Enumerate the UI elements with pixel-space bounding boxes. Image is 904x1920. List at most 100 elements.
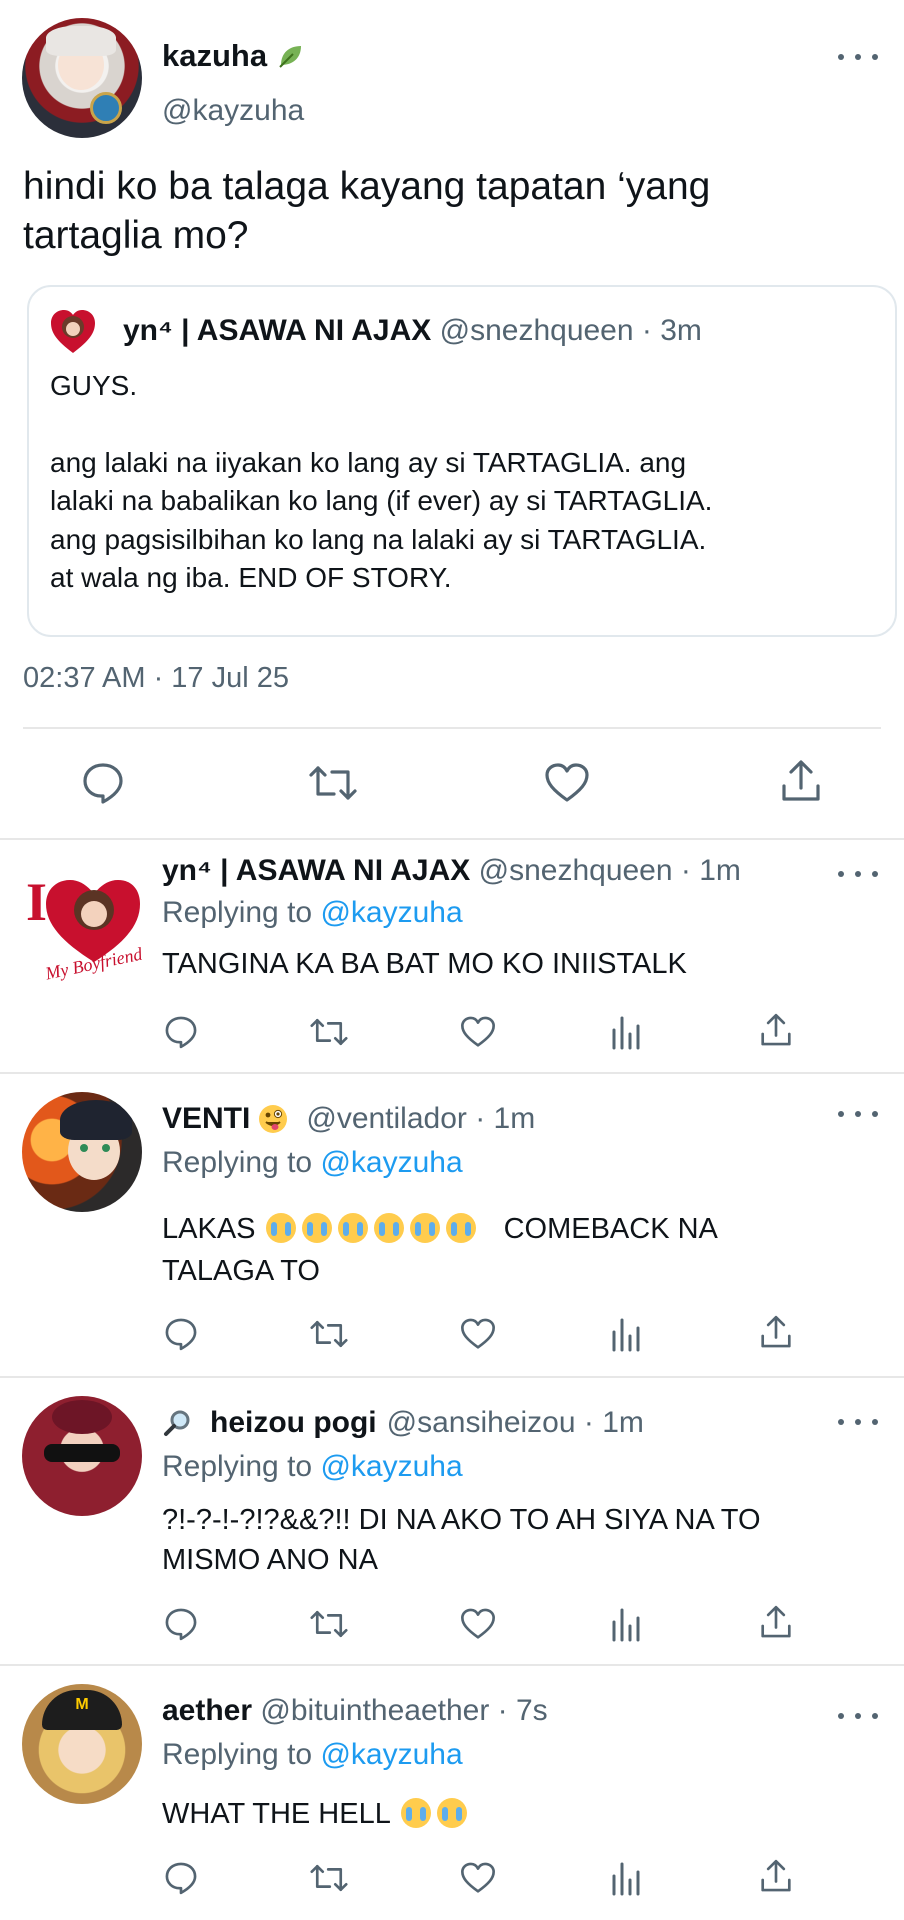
author-name-row: kazuha (162, 36, 305, 76)
reply-tweet[interactable]: VENTI @ventilador · 1m Replying to @kayz… (0, 1074, 904, 1376)
reply-text: LAKAS COMEBACK NA TALAGA TO (162, 1208, 718, 1292)
reply-header: aether @bituintheaether · 7s (162, 1694, 548, 1728)
svg-text:I: I (26, 872, 47, 932)
retweet-icon[interactable] (308, 760, 358, 806)
reply-icon[interactable] (163, 1606, 199, 1642)
tweet-timestamp[interactable]: 02:37 AM · 17 Jul 25 (23, 662, 289, 695)
reply-tweet[interactable]: M aether @bituintheaether · 7s Replying … (0, 1666, 904, 1920)
loudly-crying-face-icon (301, 1213, 332, 1243)
replying-to: Replying to @kayzuha (162, 1146, 463, 1180)
ventilador-avatar[interactable] (22, 1092, 142, 1212)
quoted-author-name: yn⁴ | ASAWA NI AJAX (123, 314, 432, 347)
reply-text: TANGINA KA BA BAT MO KO INIISTALK (162, 948, 687, 980)
share-icon[interactable] (758, 1314, 794, 1350)
heart-icon[interactable] (459, 1316, 497, 1352)
reply-tweet[interactable]: heizou pogi @sansiheizou · 1m Replying t… (0, 1378, 904, 1664)
quoted-handle-time: @snezhqueen · 3m (439, 314, 702, 347)
heart-icon[interactable] (543, 760, 591, 806)
retweet-icon[interactable] (309, 1606, 349, 1642)
zany-face-icon (258, 1104, 288, 1134)
reply-text-line: TALAGA TO (162, 1255, 320, 1287)
quoted-text: GUYS. ang lalaki na iiyakan ko lang ay s… (50, 367, 712, 598)
quoted-avatar (47, 307, 99, 359)
more-icon[interactable] (838, 1706, 878, 1726)
reply-text-part: LAKAS (162, 1213, 256, 1245)
retweet-icon[interactable] (309, 1316, 349, 1352)
replying-to: Replying to @kayzuha (162, 896, 463, 930)
reply-header: heizou pogi @sansiheizou · 1m (162, 1406, 644, 1440)
replying-handle-link[interactable]: @kayzuha (320, 1738, 462, 1771)
author-name[interactable]: kazuha (162, 38, 267, 74)
quoted-line: ang lalaki na iiyakan ko lang ay si TART… (50, 446, 687, 478)
more-icon[interactable] (838, 1104, 878, 1124)
reply-icon[interactable] (163, 1316, 199, 1352)
leaf-icon (275, 41, 305, 71)
more-icon[interactable] (838, 864, 878, 884)
reply-handle-time[interactable]: @bituintheaether · 7s (260, 1694, 547, 1727)
reply-text-line: MISMO ANO NA (162, 1544, 378, 1576)
author-handle[interactable]: @kayzuha (162, 94, 304, 128)
share-icon[interactable] (778, 758, 824, 804)
timestamp-divider (23, 727, 881, 729)
reply-icon[interactable] (163, 1860, 199, 1896)
reply-header: VENTI @ventilador · 1m (162, 1102, 535, 1136)
replying-to: Replying to @kayzuha (162, 1738, 463, 1772)
reply-icon[interactable] (80, 760, 126, 806)
quoted-tweet[interactable]: yn⁴ | ASAWA NI AJAX @snezhqueen · 3m GUY… (27, 285, 897, 637)
replying-prefix: Replying to (162, 1738, 313, 1771)
share-icon[interactable] (758, 1604, 794, 1640)
quoted-line: at wala ng iba. END OF STORY. (50, 562, 452, 593)
tweet-text: hindi ko ba talaga kayang tapatan ‘yang … (23, 162, 710, 260)
more-icon[interactable] (838, 47, 878, 67)
loudly-crying-face-icon (373, 1213, 404, 1243)
replying-handle-link[interactable]: @kayzuha (320, 896, 462, 929)
tweet-text-line: tartaglia mo? (23, 214, 249, 257)
tweet-text-line: hindi ko ba talaga kayang tapatan ‘yang (23, 165, 711, 208)
quoted-line: GUYS. (50, 370, 138, 401)
reply-header: yn⁴ | ASAWA NI AJAX @snezhqueen · 1m (162, 854, 741, 888)
loudly-crying-face-icon (265, 1213, 296, 1243)
reply-icon[interactable] (163, 1014, 199, 1050)
bituintheaether-avatar[interactable]: M (22, 1684, 142, 1804)
analytics-icon[interactable] (610, 1014, 642, 1050)
retweet-icon[interactable] (309, 1860, 349, 1896)
loudly-crying-face-icon (337, 1213, 368, 1243)
quoted-line: ang pagsisilbihan ko lang na lalaki ay s… (50, 523, 707, 555)
reply-handle-time[interactable]: @ventilador · 1m (306, 1102, 535, 1136)
replying-prefix: Replying to (162, 896, 313, 929)
reply-text: WHAT THE HELL (162, 1798, 473, 1831)
reply-author-name[interactable]: VENTI (162, 1102, 250, 1136)
loudly-crying-face-icon (445, 1213, 476, 1243)
reply-text: ?!-?-!-?!?&&?!! DI NA AKO TO AH SIYA NA … (162, 1500, 761, 1580)
replying-handle-link[interactable]: @kayzuha (320, 1450, 462, 1483)
loudly-crying-face-icon (436, 1798, 467, 1828)
analytics-icon[interactable] (610, 1316, 642, 1352)
more-icon[interactable] (838, 1412, 878, 1432)
retweet-icon[interactable] (309, 1014, 349, 1050)
share-icon[interactable] (758, 1012, 794, 1048)
analytics-icon[interactable] (610, 1606, 642, 1642)
magnifier-icon (162, 1408, 192, 1438)
reply-author-name[interactable]: aether (162, 1694, 252, 1727)
heart-icon[interactable] (459, 1014, 497, 1050)
heart-icon[interactable] (459, 1606, 497, 1642)
snezhqueen-avatar[interactable]: I My Boyfriend (22, 862, 142, 982)
loudly-crying-face-icon (409, 1213, 440, 1243)
replying-to: Replying to @kayzuha (162, 1450, 463, 1484)
analytics-icon[interactable] (610, 1860, 642, 1896)
reply-author-name[interactable]: heizou pogi (210, 1406, 377, 1440)
share-icon[interactable] (758, 1858, 794, 1894)
sansiheizou-avatar[interactable] (22, 1396, 142, 1516)
heart-icon[interactable] (459, 1860, 497, 1896)
reply-author-name[interactable]: yn⁴ | ASAWA NI AJAX (162, 854, 470, 887)
kazuha-avatar[interactable] (22, 18, 142, 138)
reply-text-line: WHAT THE HELL (162, 1798, 391, 1830)
reply-handle-time[interactable]: @sansiheizou · 1m (387, 1406, 644, 1440)
reply-tweet[interactable]: I My Boyfriend yn⁴ | ASAWA NI AJAX @snez… (0, 840, 904, 1072)
replying-handle-link[interactable]: @kayzuha (320, 1146, 462, 1179)
replying-prefix: Replying to (162, 1450, 313, 1483)
replying-prefix: Replying to (162, 1146, 313, 1179)
quoted-header: yn⁴ | ASAWA NI AJAX @snezhqueen · 3m (123, 314, 702, 348)
loudly-crying-face-icon (400, 1798, 431, 1828)
reply-handle-time[interactable]: @snezhqueen · 1m (479, 854, 741, 887)
